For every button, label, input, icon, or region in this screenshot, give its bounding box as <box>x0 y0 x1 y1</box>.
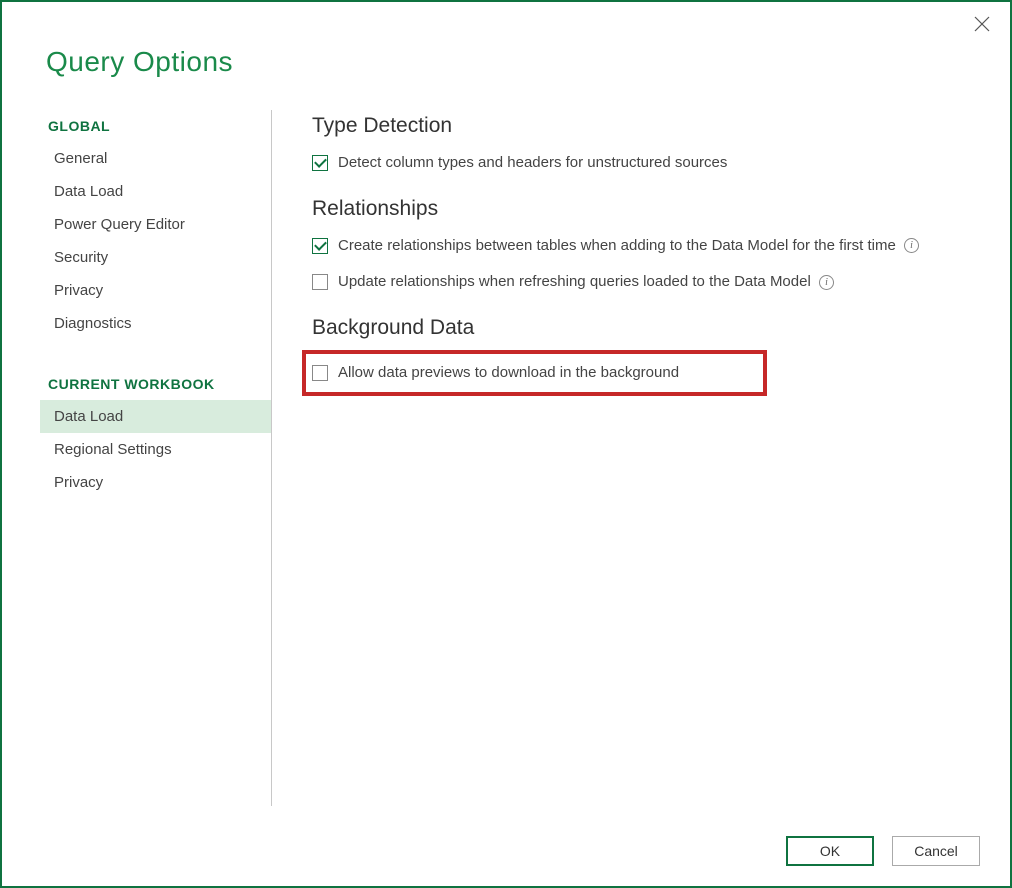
sidebar-item-general[interactable]: General <box>40 142 271 175</box>
sidebar-section-current-workbook: CURRENT WORKBOOK <box>40 368 271 400</box>
sidebar-item-power-query-editor[interactable]: Power Query Editor <box>40 208 271 241</box>
create-relationships-checkbox[interactable] <box>312 238 328 254</box>
close-icon <box>974 16 990 32</box>
info-icon[interactable]: i <box>819 275 834 290</box>
create-relationships-label: Create relationships between tables when… <box>338 235 970 258</box>
allow-background-download-checkbox[interactable] <box>312 365 328 381</box>
sidebar-item-data-load-workbook[interactable]: Data Load <box>40 400 271 433</box>
allow-background-download-label: Allow data previews to download in the b… <box>338 362 753 385</box>
update-relationships-label: Update relationships when refreshing que… <box>338 271 970 294</box>
relationships-heading: Relationships <box>312 193 970 231</box>
update-relationships-checkbox[interactable] <box>312 274 328 290</box>
sidebar-item-privacy-workbook[interactable]: Privacy <box>40 466 271 499</box>
detect-column-types-label: Detect column types and headers for unst… <box>338 152 970 175</box>
sidebar-section-global: GLOBAL <box>40 110 271 142</box>
detect-column-types-checkbox[interactable] <box>312 155 328 171</box>
sidebar: GLOBAL General Data Load Power Query Edi… <box>2 110 272 806</box>
info-icon[interactable]: i <box>904 238 919 253</box>
sidebar-item-diagnostics[interactable]: Diagnostics <box>40 307 271 340</box>
close-button[interactable] <box>974 16 990 36</box>
cancel-button[interactable]: Cancel <box>892 836 980 866</box>
highlighted-option: Allow data previews to download in the b… <box>302 350 767 397</box>
ok-button[interactable]: OK <box>786 836 874 866</box>
sidebar-item-data-load-global[interactable]: Data Load <box>40 175 271 208</box>
sidebar-item-privacy-global[interactable]: Privacy <box>40 274 271 307</box>
sidebar-item-regional-settings[interactable]: Regional Settings <box>40 433 271 466</box>
sidebar-item-security[interactable]: Security <box>40 241 271 274</box>
dialog-footer: OK Cancel <box>786 836 980 866</box>
query-options-dialog: Query Options GLOBAL General Data Load P… <box>0 0 1012 888</box>
content-panel: Type Detection Detect column types and h… <box>302 110 1010 886</box>
dialog-title: Query Options <box>2 2 1010 78</box>
background-data-heading: Background Data <box>312 312 970 350</box>
type-detection-heading: Type Detection <box>312 110 970 148</box>
